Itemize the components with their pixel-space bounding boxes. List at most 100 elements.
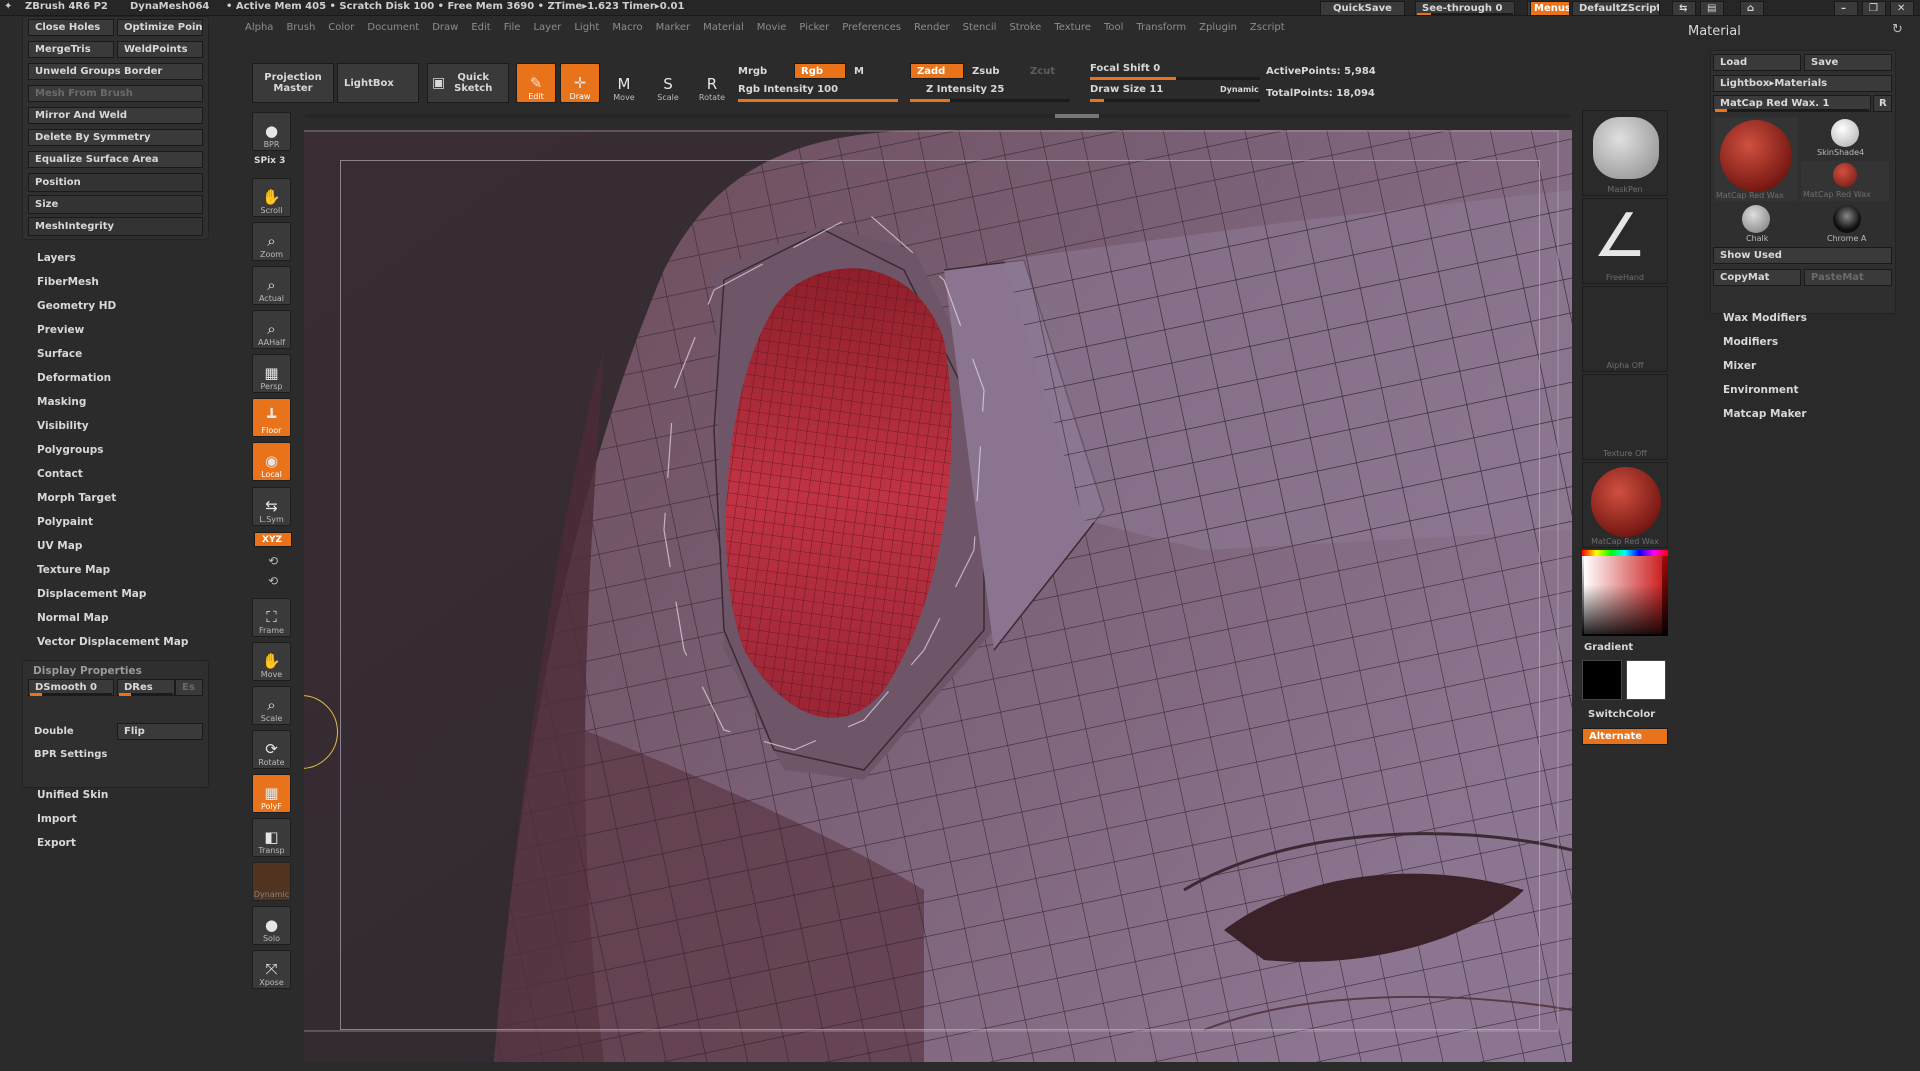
matcap-red-wax-small[interactable]: MatCap Red Wax [1801,161,1889,201]
draw-button[interactable]: ✛ Draw [560,63,600,103]
quick-sketch-button[interactable]: ▣ Quick Sketch [427,63,509,103]
subpalette-vector-displacement-map[interactable]: Vector Displacement Map [37,636,188,648]
subpalette-polygroups[interactable]: Polygroups [37,444,104,456]
import-item[interactable]: Import [37,813,77,825]
subpalette-surface[interactable]: Surface [37,348,82,360]
menu-alpha[interactable]: Alpha [245,22,273,38]
tool-lsym[interactable]: ⇆ L.Sym [252,487,291,526]
menu-zscript[interactable]: Zscript [1250,22,1285,38]
lightbox-materials-button[interactable]: Lightbox▸Materials [1713,75,1892,92]
close-icon[interactable]: ✕ [1890,1,1914,16]
equalize-surface-area-button[interactable]: Equalize Surface Area [28,151,203,168]
tool-scroll[interactable]: ✋ Scroll [252,178,291,217]
material-matcap-maker[interactable]: Matcap Maker [1723,408,1807,420]
material-slot[interactable]: MatCap Red Wax [1582,462,1668,548]
menu-zplugin[interactable]: Zplugin [1199,22,1237,38]
texture-slot[interactable]: Texture Off [1582,374,1668,460]
skinshade4-material[interactable]: SkinShade4 [1801,117,1889,159]
rotate-mode-button[interactable]: R Rotate [692,63,732,103]
material-wax-modifiers[interactable]: Wax Modifiers [1723,312,1807,324]
delete-by-symmetry-button[interactable]: Delete By Symmetry [28,129,203,146]
lightbox-button[interactable]: LightBox [337,63,419,103]
subpalette-polypaint[interactable]: Polypaint [37,516,93,528]
default-zscript-button[interactable]: DefaultZScript [1572,1,1660,16]
mrgb-button[interactable]: Mrgb [738,66,767,77]
mesh-from-brush-button[interactable]: Mesh From Brush [28,85,203,102]
tool-floor[interactable]: ┻ Floor [252,398,291,437]
tool-actual[interactable]: ⌕ Actual [252,266,291,305]
rgb-button[interactable]: Rgb [794,63,846,79]
tool-scale[interactable]: ⌕ Scale [252,686,291,725]
minimize-icon[interactable]: – [1834,1,1858,16]
3d-viewport[interactable] [304,130,1572,1062]
material-title[interactable]: Material [1688,24,1741,39]
close-holes-button[interactable]: Close Holes [28,19,114,36]
unweld-groups-border-button[interactable]: Unweld Groups Border [28,63,203,80]
subpalette-normal-map[interactable]: Normal Map [37,612,109,624]
move-mode-button[interactable]: M Move [604,63,644,103]
tool-transp[interactable]: ◧ Transp [252,818,291,857]
export-item[interactable]: Export [37,837,76,849]
color-saturation-square[interactable] [1584,552,1662,634]
switchcolor-button[interactable]: SwitchColor [1582,706,1668,723]
alternate-button[interactable]: Alternate [1582,728,1668,745]
alpha-slot[interactable]: Alpha Off [1582,286,1668,372]
draw-size-slider[interactable]: Draw Size 11 [1090,84,1163,95]
rgb-intensity-slider[interactable]: Rgb Intensity 100 [738,84,838,95]
focal-shift-slider[interactable]: Focal Shift 0 [1090,63,1160,74]
z-intensity-slider[interactable]: Z Intensity 25 [926,84,1004,95]
menu-file[interactable]: File [504,22,521,38]
menu-macro[interactable]: Macro [612,22,642,38]
copymat-button[interactable]: CopyMat [1713,269,1801,286]
xyz-symmetry-button[interactable]: XYZ [254,532,292,547]
menu-document[interactable]: Document [367,22,419,38]
size-subpalette[interactable]: Size [28,195,203,214]
layout-icon[interactable]: ⇆ [1672,1,1696,16]
mergetris-button[interactable]: MergeTris [28,41,114,58]
menu-material[interactable]: Material [703,22,744,38]
matcap-red-wax-large[interactable]: MatCap Red Wax [1714,117,1798,201]
hue-bar[interactable] [1582,550,1668,556]
menu-render[interactable]: Render [914,22,950,38]
pastemat-button[interactable]: PasteMat [1804,269,1892,286]
menu-stencil[interactable]: Stencil [963,22,997,38]
subpalette-contact[interactable]: Contact [37,468,83,480]
restore-icon[interactable]: ❐ [1862,1,1886,16]
tool-polyf[interactable]: ▦ PolyF [252,774,291,813]
maskpen-brush-slot[interactable]: MaskPen [1582,110,1668,196]
subpalette-preview[interactable]: Preview [37,324,84,336]
rotate-z-icon[interactable]: ⟲ [268,574,278,588]
menu-light[interactable]: Light [574,22,599,38]
chalk-material[interactable]: Chalk [1714,203,1798,243]
draw-size-track[interactable] [1090,99,1260,102]
position-subpalette[interactable]: Position [28,173,203,192]
flip-button[interactable]: Flip [117,723,203,740]
subpalette-texture-map[interactable]: Texture Map [37,564,110,576]
canvas-scrollbar[interactable] [305,114,1570,118]
tool-local[interactable]: ◉ Local [252,442,291,481]
zsub-button[interactable]: Zsub [972,66,999,77]
menu-tool[interactable]: Tool [1104,22,1123,38]
menu-preferences[interactable]: Preferences [842,22,901,38]
load-button[interactable]: Load [1713,54,1801,71]
z-intensity-track[interactable] [910,99,1070,102]
tool-frame[interactable]: ⛶ Frame [252,598,291,637]
zadd-button[interactable]: Zadd [910,63,964,79]
unified-skin-item[interactable]: Unified Skin [37,789,108,801]
subpalette-layers[interactable]: Layers [37,252,76,264]
projection-master-button[interactable]: Projection Master [252,63,334,103]
double-button[interactable]: Double [28,723,114,740]
menu-marker[interactable]: Marker [656,22,691,38]
dynamic-toggle[interactable]: Dynamic [1220,85,1259,94]
menu-stroke[interactable]: Stroke [1009,22,1041,38]
menu-picker[interactable]: Picker [799,22,829,38]
subpalette-uv-map[interactable]: UV Map [37,540,82,552]
material-mixer[interactable]: Mixer [1723,360,1756,372]
rotate-y-icon[interactable]: ⟲ [268,554,278,568]
freehand-stroke-slot[interactable]: ∠ FreeHand [1582,198,1668,284]
m-button[interactable]: M [854,66,864,77]
menus-button[interactable]: Menus [1530,1,1570,16]
menu-draw[interactable]: Draw [432,22,458,38]
optimize-points-button[interactable]: Optimize Poin [117,19,203,36]
subpalette-visibility[interactable]: Visibility [37,420,89,432]
